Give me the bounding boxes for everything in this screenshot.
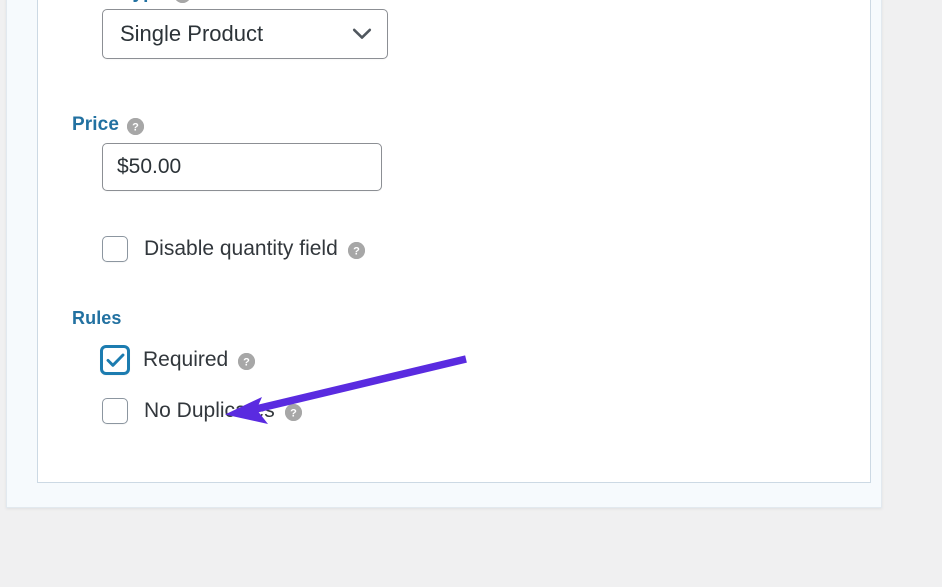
help-circle-icon[interactable]: ?	[347, 241, 365, 259]
help-circle-icon[interactable]: ?	[173, 0, 191, 3]
field-type-group: Field Type ?	[72, 0, 191, 4]
help-circle-icon[interactable]: ?	[284, 403, 302, 421]
price-label-text: Price	[72, 114, 119, 135]
price-label: Price ?	[72, 114, 144, 136]
screenshot-root: Field Type ? Single Product	[0, 0, 942, 587]
svg-text:?: ?	[179, 0, 186, 1]
required-label-text: Required	[143, 348, 229, 371]
field-type-select[interactable]: Single Product	[102, 9, 388, 59]
disable-quantity-check-row: Disable quantity field ?	[102, 236, 365, 262]
required-label[interactable]: Required ?	[143, 348, 256, 372]
field-type-label-text: Field Type	[72, 0, 166, 4]
required-checkbox[interactable]	[100, 345, 130, 375]
rules-section-heading: Rules	[72, 308, 122, 329]
settings-inner-panel: Field Type ? Single Product	[37, 0, 871, 483]
rule-row-required[interactable]: Required ?	[100, 345, 256, 375]
help-circle-icon[interactable]: ?	[126, 117, 144, 135]
disable-quantity-label[interactable]: Disable quantity field ?	[144, 237, 365, 261]
required-check-row: Required ?	[100, 345, 256, 375]
no-duplicates-label[interactable]: No Duplicates ?	[144, 399, 302, 423]
rules-label-text: Rules	[72, 308, 122, 328]
svg-text:?: ?	[243, 356, 250, 368]
field-type-select-wrap: Single Product	[102, 9, 388, 59]
rule-row-no-duplicates[interactable]: No Duplicates ?	[102, 398, 302, 424]
disable-quantity-checkbox[interactable]	[102, 236, 128, 262]
svg-text:?: ?	[353, 245, 360, 257]
svg-text:?: ?	[132, 121, 139, 133]
no-duplicates-checkbox[interactable]	[102, 398, 128, 424]
disable-quantity-label-text: Disable quantity field	[144, 237, 338, 260]
price-group: Price ?	[72, 114, 144, 136]
field-type-label: Field Type ?	[72, 0, 191, 4]
price-input[interactable]	[102, 143, 382, 191]
no-duplicates-check-row: No Duplicates ?	[102, 398, 302, 424]
price-input-group	[102, 143, 382, 191]
settings-outer-panel: Field Type ? Single Product	[6, 0, 882, 508]
field-type-select-group: Single Product	[102, 9, 388, 59]
svg-text:?: ?	[290, 407, 297, 419]
field-type-selected-value: Single Product	[120, 21, 264, 46]
no-duplicates-label-text: No Duplicates	[144, 399, 275, 422]
help-circle-icon[interactable]: ?	[238, 352, 256, 370]
disable-quantity-row[interactable]: Disable quantity field ?	[102, 236, 365, 262]
